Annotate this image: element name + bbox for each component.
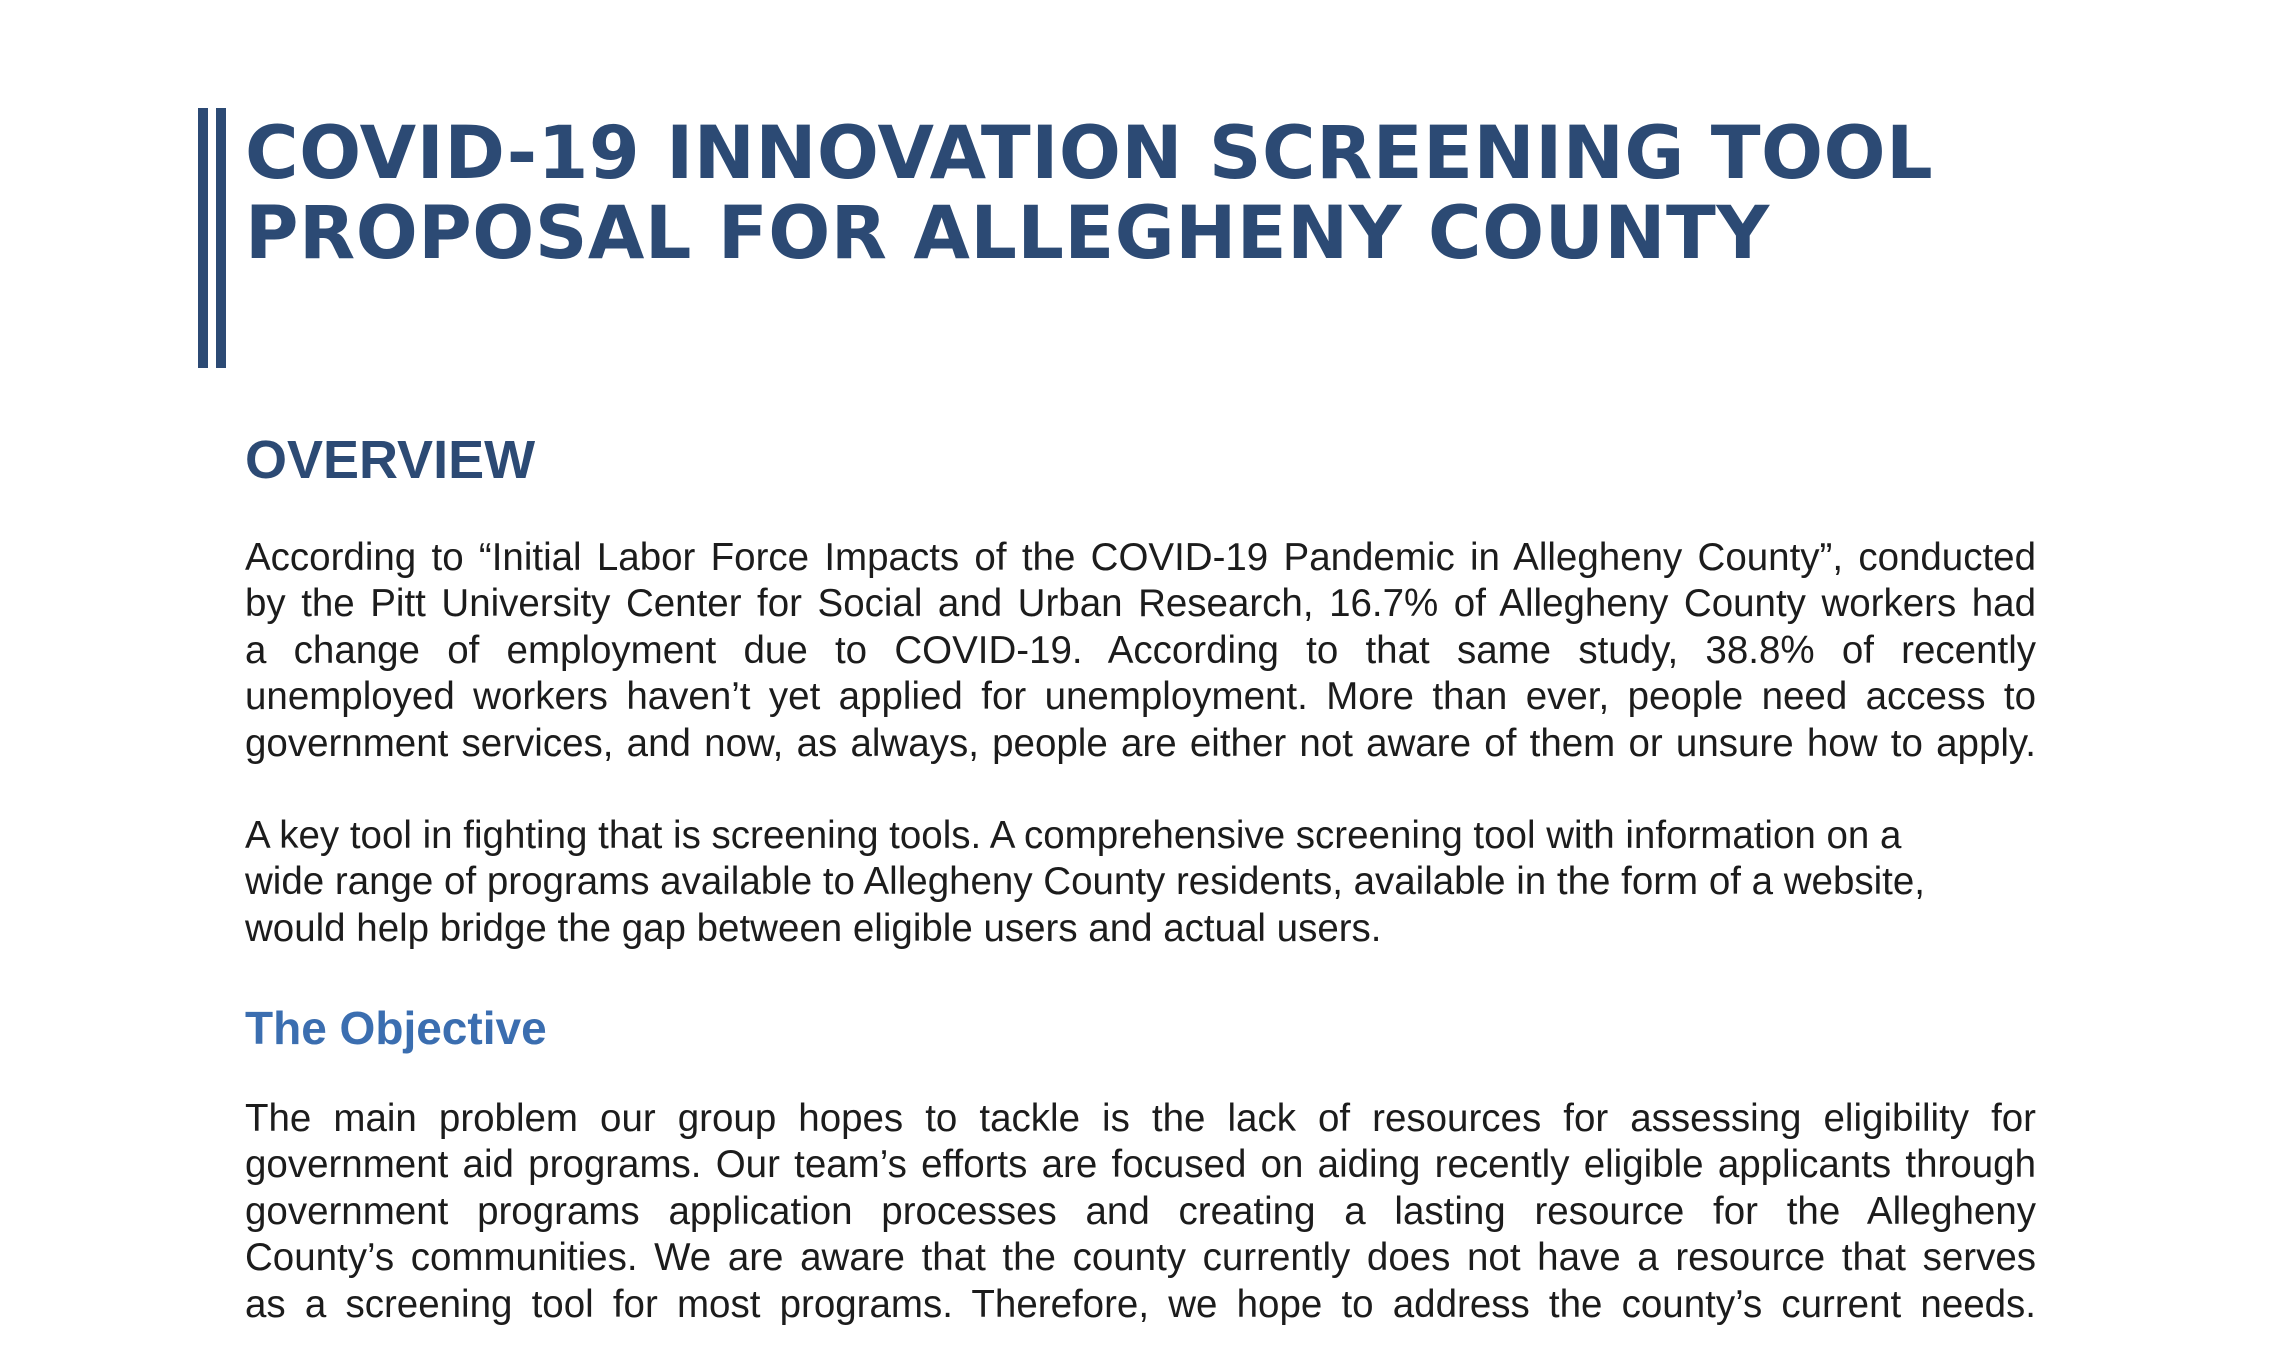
- paragraph-line: would help bridge the gap between eligib…: [245, 906, 1382, 950]
- paragraph-line: as a screening tool for most programs. T…: [245, 1282, 2036, 1326]
- paragraph-line: government programs application processe…: [245, 1189, 2036, 1233]
- document-title-line: PROPOSAL FOR ALLEGHENY COUNTY: [245, 191, 1770, 276]
- paragraph-line: government services, and now, as always,…: [245, 721, 2036, 765]
- objective-heading: The Objective: [245, 1002, 547, 1054]
- paragraph-line: County’s communities. We are aware that …: [245, 1236, 2036, 1280]
- document-title-line: COVID-19 INNOVATION SCREENING TOOL: [245, 111, 1934, 196]
- overview-paragraph-1: According to “Initial Labor Force Impact…: [245, 535, 2036, 767]
- paragraph-line: According to “Initial Labor Force Impact…: [245, 536, 2036, 579]
- document-title: COVID-19 INNOVATION SCREENING TOOL PROPO…: [245, 114, 1933, 274]
- overview-paragraph-2: A key tool in fighting that is screening…: [245, 813, 2036, 952]
- paragraph-line: The main problem our group hopes to tack…: [245, 1097, 2036, 1140]
- paragraph-line: unemployed workers haven’t yet applied f…: [245, 675, 2036, 719]
- paragraph-line: by the Pitt University Center for Social…: [245, 582, 2036, 626]
- document-page: COVID-19 INNOVATION SCREENING TOOL PROPO…: [0, 0, 2270, 1354]
- objective-paragraph: The main problem our group hopes to tack…: [245, 1096, 2036, 1328]
- title-accent-bar: [198, 108, 208, 368]
- paragraph-line: government aid programs. Our team’s effo…: [245, 1143, 2036, 1187]
- title-accent-bar: [216, 108, 226, 368]
- paragraph-line: A key tool in fighting that is screening…: [245, 814, 1902, 857]
- paragraph-line: a change of employment due to COVID-19. …: [245, 628, 2036, 672]
- title-block: COVID-19 INNOVATION SCREENING TOOL PROPO…: [198, 108, 2098, 368]
- paragraph-line: wide range of programs available to Alle…: [245, 860, 1925, 904]
- overview-heading: OVERVIEW: [245, 430, 536, 490]
